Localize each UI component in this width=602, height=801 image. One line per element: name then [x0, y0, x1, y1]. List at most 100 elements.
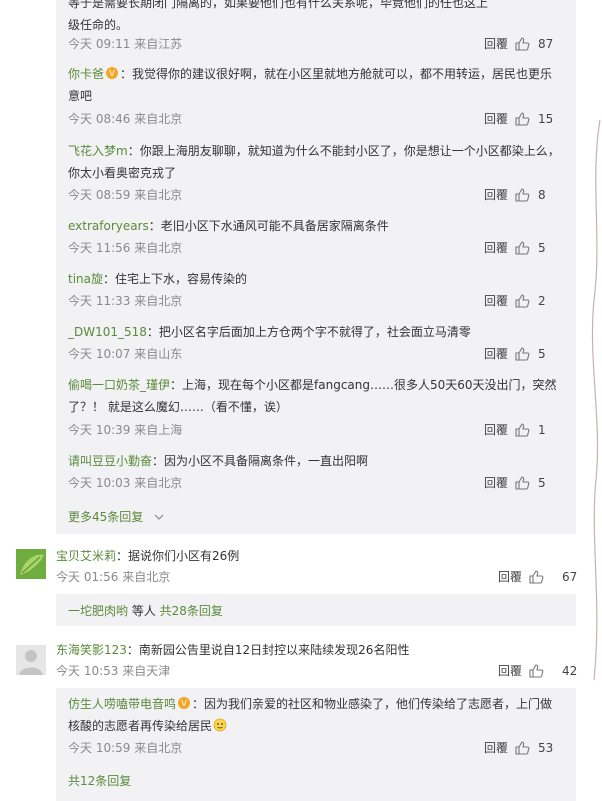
thumbs-up-icon[interactable]: [514, 111, 530, 127]
reply-button[interactable]: 回覆: [484, 36, 508, 52]
comment-meta: 今天 10:53 来自天津 回覆 42: [56, 663, 578, 679]
reply-text: ：因为小区不具备隔离条件，一直出阳啊: [152, 454, 369, 468]
reply-text-continued: 级任命的。: [68, 18, 129, 32]
like-count: 15: [538, 112, 554, 126]
reply-text-continued: 你太小看奥密克戎了: [68, 166, 177, 180]
more-replies-link[interactable]: 共12条回复: [68, 773, 131, 789]
thumbs-up-icon[interactable]: [528, 569, 544, 585]
reply-summary[interactable]: 一坨肥肉哟 等人 共28条回复: [68, 603, 223, 619]
reply-button[interactable]: 回覆: [498, 569, 522, 585]
reply-meta: 今天 10:07 来自山东 回覆 5: [68, 346, 568, 362]
thumbs-up-icon[interactable]: [514, 740, 530, 756]
like-count: 1: [538, 423, 546, 437]
reply-author[interactable]: extraforyears: [68, 219, 149, 233]
like-count: 42: [562, 664, 578, 678]
reply-author[interactable]: 请叫豆豆小勤奋: [68, 454, 152, 468]
reply-text: 等于是需要长期闭门隔离的，如果要他们也有什么关系呢，毕竟他们的任也这上: [68, 0, 489, 10]
reply-timestamp: 今天 10:03 来自北京: [68, 476, 183, 490]
reply-timestamp: 今天 10:07 来自山东: [68, 347, 183, 361]
avatar[interactable]: [16, 645, 46, 675]
reply-meta: 今天 08:46 来自北京 回覆 15: [68, 111, 568, 127]
reply-text-continued: 核酸的志愿者再传染给居民: [68, 719, 213, 733]
reply-author[interactable]: 仿生人唠嗑带电音鸣: [68, 697, 176, 711]
reply-text: ：把小区名字后面加上方仓两个字不就得了，社会面立马清零: [146, 325, 471, 339]
more-replies-label: 共12条回复: [68, 774, 132, 788]
nested-reply: 飞花入梦m：你跟上海朋友聊聊，就知道为什么不能封小区了，你是想让一个小区都染上么…: [68, 140, 568, 184]
reply-button[interactable]: 回覆: [484, 187, 508, 203]
reply-meta: 今天 11:33 来自北京 回覆 2: [68, 293, 568, 309]
like-count: 8: [538, 188, 546, 202]
more-replies-label: 更多45条回复: [68, 510, 144, 524]
decorative-curve: [591, 120, 601, 680]
reply-meta: 今天 10:03 来自北京 回覆 5: [68, 475, 568, 491]
reply-author[interactable]: tina旋: [68, 272, 103, 286]
reply-text: ：住宅上下水，容易传染的: [103, 272, 248, 286]
reply-button[interactable]: 回覆: [498, 663, 522, 679]
nested-reply: 等于是需要长期闭门隔离的，如果要他们也有什么关系呢，毕竟他们的任也这上级任命的。: [68, 0, 568, 36]
like-count: 5: [538, 347, 546, 361]
like-count: 5: [538, 241, 546, 255]
reply-summary-mid: 等人: [128, 604, 160, 618]
reply-text-continued: 了？！ 就是这么魔幻……（看不懂，诶）: [68, 400, 288, 414]
reply-meta: 今天 11:56 来自北京 回覆 5: [68, 240, 568, 256]
comment-author[interactable]: 东海笑影123: [56, 643, 127, 657]
more-replies-link[interactable]: 更多45条回复: [68, 509, 165, 525]
thumbs-up-icon[interactable]: [514, 36, 530, 52]
like-count: 87: [538, 37, 554, 51]
reply-button[interactable]: 回覆: [484, 293, 508, 309]
thumbs-up-icon[interactable]: [514, 422, 530, 438]
comment-timestamp: 今天 01:56 来自北京: [56, 570, 171, 584]
reply-timestamp: 今天 08:46 来自北京: [68, 112, 183, 126]
reply-author[interactable]: _DW101_518: [68, 325, 147, 339]
svg-text:V: V: [181, 699, 187, 708]
thumbs-up-icon[interactable]: [514, 475, 530, 491]
comment-author[interactable]: 宝贝艾米莉: [56, 549, 116, 563]
reply-button[interactable]: 回覆: [484, 422, 508, 438]
reply-button[interactable]: 回覆: [484, 240, 508, 256]
reply-text: ：你跟上海朋友聊聊，就知道为什么不能封小区了，你是想让一个小区都染上么，: [127, 144, 560, 158]
like-count: 67: [562, 570, 578, 584]
thumbs-up-icon[interactable]: [514, 346, 530, 362]
like-count: 53: [538, 741, 554, 755]
reply-button[interactable]: 回覆: [484, 346, 508, 362]
reply-timestamp: 今天 11:33 来自北京: [68, 294, 183, 308]
reply-summary-count[interactable]: 共28条回复: [160, 604, 223, 618]
like-count: 2: [538, 294, 546, 308]
reply-button[interactable]: 回覆: [484, 111, 508, 127]
reply-author[interactable]: 你卡爸: [68, 67, 104, 81]
nested-reply: 仿生人唠嗑带电音鸣 V ：因为我们亲爱的社区和物业感染了，他们传染给了志愿者，上门做…: [68, 693, 568, 737]
reply-timestamp: 今天 09:11 来自江苏: [68, 37, 183, 51]
reply-button[interactable]: 回覆: [484, 740, 508, 756]
reply-timestamp: 今天 10:59 来自北京: [68, 741, 183, 755]
reply-summary-user[interactable]: 一坨肥肉哟: [68, 604, 128, 618]
like-count: 5: [538, 476, 546, 490]
nested-reply: extraforyears：老旧小区下水通风可能不具备居家隔离条件: [68, 215, 568, 237]
reply-timestamp: 今天 11:56 来自北京: [68, 241, 183, 255]
avatar[interactable]: [16, 549, 46, 579]
reply-text: ：因为我们亲爱的社区和物业感染了，他们传染给了志愿者，上门做: [192, 697, 553, 711]
reply-timestamp: 今天 08:59 来自北京: [68, 188, 183, 202]
comment-timestamp: 今天 10:53 来自天津: [56, 664, 171, 678]
reply-meta: 今天 10:59 来自北京 回覆 53: [68, 740, 568, 756]
reply-button[interactable]: 回覆: [484, 475, 508, 491]
thumbs-up-icon[interactable]: [514, 187, 530, 203]
reply-author[interactable]: 偷喝一口奶茶_瑾伊: [68, 378, 170, 392]
thumbs-up-icon[interactable]: [514, 293, 530, 309]
thumbs-up-icon[interactable]: [514, 240, 530, 256]
reply-text: ：老旧小区下水通风可能不具备居家隔离条件: [148, 219, 389, 233]
nested-reply: 偷喝一口奶茶_瑾伊：上海，现在每个小区都是fangcang……很多人50天60天…: [68, 374, 568, 418]
smiley-emoji-icon: [212, 717, 228, 732]
svg-text:V: V: [109, 69, 115, 78]
comment-text: ：南新园公告里说自12日封控以来陆续发现26名阳性: [126, 643, 410, 657]
reply-meta: 今天 09:11 来自江苏 回覆 87: [68, 36, 568, 52]
reply-timestamp: 今天 10:39 来自上海: [68, 423, 183, 437]
comment-meta: 今天 01:56 来自北京 回覆 67: [56, 569, 578, 585]
thumbs-up-icon[interactable]: [528, 663, 544, 679]
chevron-down-icon: [154, 514, 164, 520]
reply-text-continued: 意吧: [68, 89, 93, 103]
reply-author[interactable]: 飞花入梦m: [68, 144, 128, 158]
reply-meta: 今天 08:59 来自北京 回覆 8: [68, 187, 568, 203]
nested-reply: 你卡爸 V ：我觉得你的建议很好啊，就在小区里就地方舱就可以，都不用转运，居民也更乐…: [68, 63, 568, 107]
reply-meta: 今天 10:39 来自上海 回覆 1: [68, 422, 568, 438]
nested-reply: 请叫豆豆小勤奋：因为小区不具备隔离条件，一直出阳啊: [68, 450, 568, 472]
